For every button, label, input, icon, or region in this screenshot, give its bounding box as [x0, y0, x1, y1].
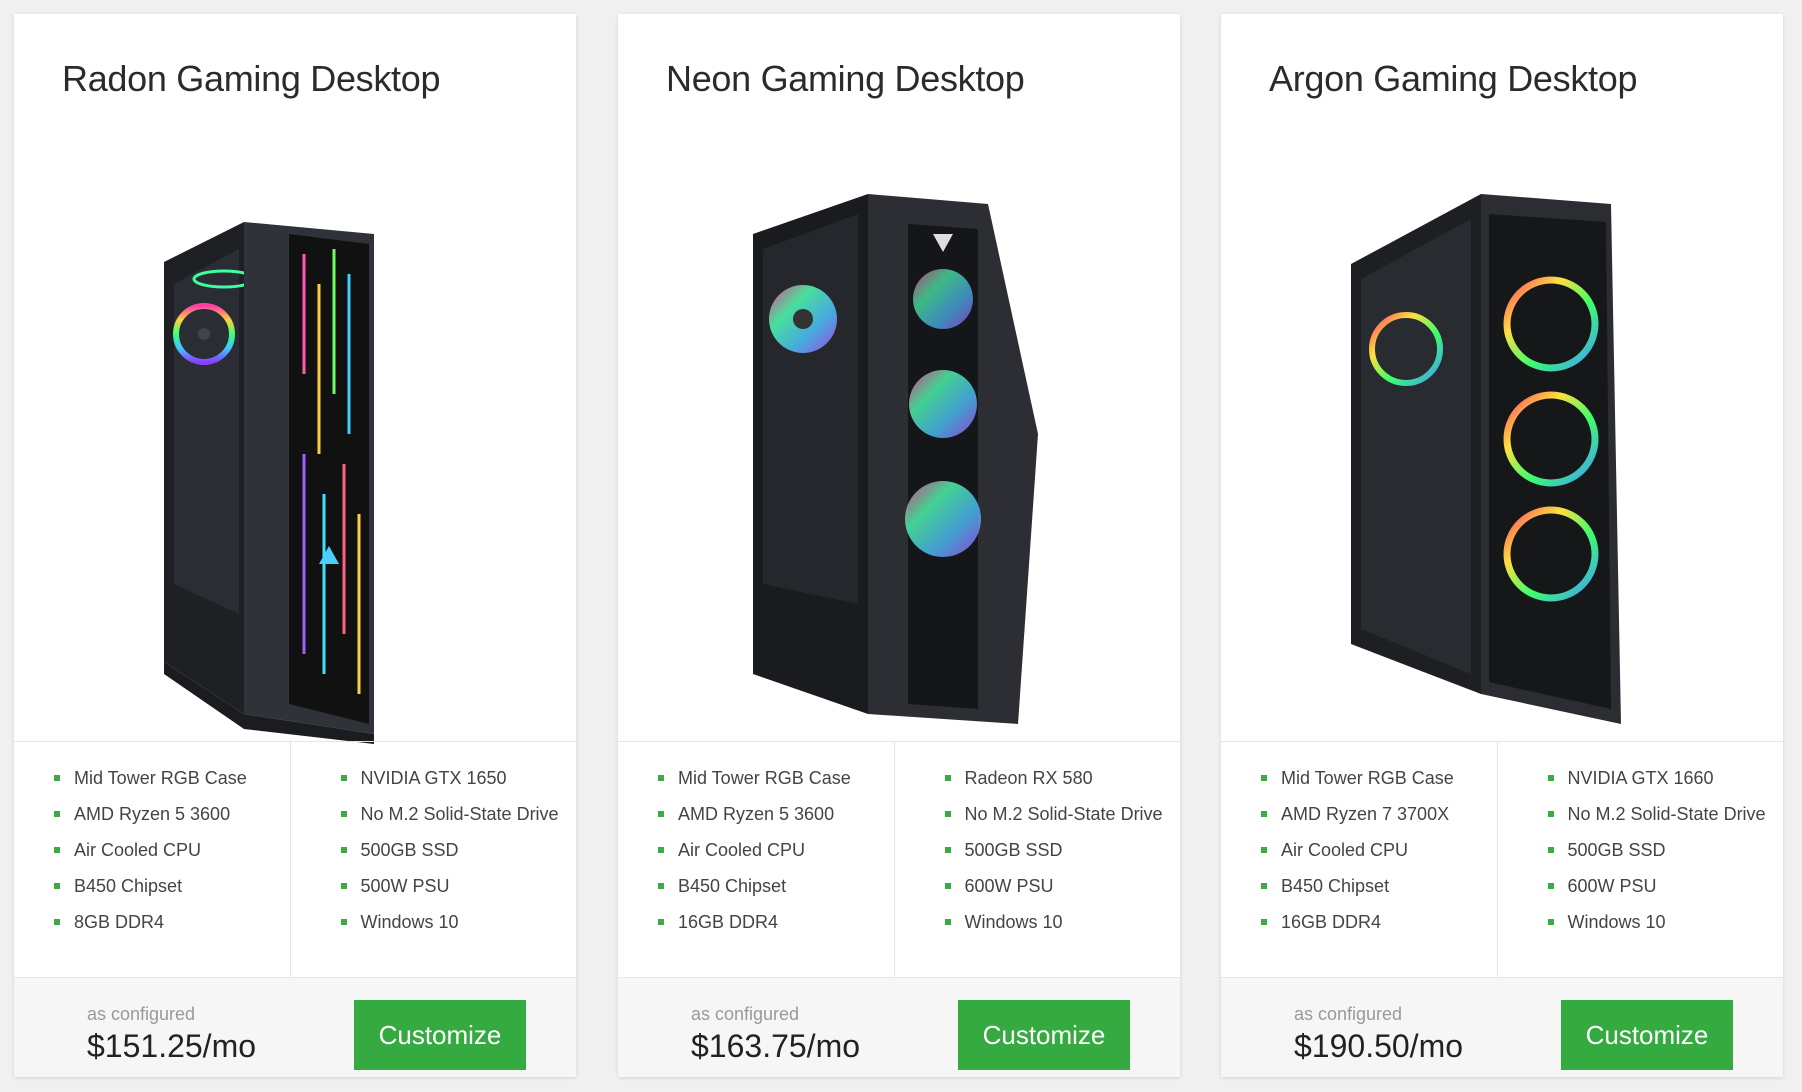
- spec-item: 8GB DDR4: [54, 904, 290, 940]
- spec-item: Radeon RX 580: [944, 760, 1181, 796]
- spec-item: AMD Ryzen 5 3600: [658, 796, 894, 832]
- spec-item: 500GB SSD: [1547, 832, 1784, 868]
- customize-button[interactable]: Customize: [354, 1000, 526, 1070]
- spec-item: No M.2 Solid-State Drive: [944, 796, 1181, 832]
- bullet-icon: [340, 919, 347, 925]
- spec-item: AMD Ryzen 5 3600: [54, 796, 290, 832]
- spec-item: No M.2 Solid-State Drive: [1547, 796, 1784, 832]
- price: $151.25/mo: [87, 1028, 257, 1064]
- bullet-icon: [54, 883, 60, 889]
- spec-item: No M.2 Solid-State Drive: [340, 796, 577, 832]
- spec-item: Windows 10: [944, 904, 1181, 940]
- card-footer: as configured $151.25/mo Customize: [14, 977, 576, 1077]
- product-grid: Radon Gaming Desktop Mid Tower RGB Case …: [0, 0, 1802, 1092]
- spec-item: B450 Chipset: [1261, 868, 1497, 904]
- spec-item: 500GB SSD: [340, 832, 577, 868]
- bullet-icon: [1547, 775, 1554, 781]
- spec-item: 500W PSU: [340, 868, 577, 904]
- bullet-icon: [1547, 811, 1554, 817]
- spec-item: 16GB DDR4: [658, 904, 894, 940]
- spec-item: 600W PSU: [944, 868, 1181, 904]
- bullet-icon: [340, 811, 347, 817]
- price: $190.50/mo: [1294, 1028, 1464, 1064]
- spec-column-left: Mid Tower RGB Case AMD Ryzen 5 3600 Air …: [618, 742, 894, 977]
- bullet-icon: [54, 847, 60, 853]
- bullet-icon: [1547, 919, 1554, 925]
- product-title: Neon Gaming Desktop: [666, 58, 1025, 99]
- customize-button[interactable]: Customize: [1561, 1000, 1733, 1070]
- spec-column-right: NVIDIA GTX 1660 No M.2 Solid-State Drive…: [1496, 742, 1784, 977]
- price-label: as configured: [691, 1004, 800, 1024]
- desktop-tower-icon: [753, 194, 1038, 724]
- spec-list: Mid Tower RGB Case AMD Ryzen 5 3600 Air …: [618, 741, 1180, 977]
- product-title: Argon Gaming Desktop: [1269, 58, 1638, 99]
- price: $163.75/mo: [691, 1028, 861, 1064]
- product-title: Radon Gaming Desktop: [62, 58, 441, 99]
- spec-list: Mid Tower RGB Case AMD Ryzen 5 3600 Air …: [14, 741, 576, 977]
- bullet-icon: [54, 775, 60, 781]
- bullet-icon: [54, 919, 60, 925]
- spec-item: NVIDIA GTX 1650: [340, 760, 577, 796]
- spec-item: Air Cooled CPU: [658, 832, 894, 868]
- bullet-icon: [658, 919, 664, 925]
- product-image: [14, 134, 576, 750]
- card-footer: as configured $190.50/mo Customize: [1221, 977, 1783, 1077]
- bullet-icon: [944, 775, 951, 781]
- bullet-icon: [1261, 811, 1267, 817]
- bullet-icon: [54, 811, 60, 817]
- spec-column-left: Mid Tower RGB Case AMD Ryzen 7 3700X Air…: [1221, 742, 1497, 977]
- spec-item: B450 Chipset: [658, 868, 894, 904]
- spec-item: Windows 10: [1547, 904, 1784, 940]
- spec-column-right: NVIDIA GTX 1650 No M.2 Solid-State Drive…: [289, 742, 577, 977]
- spec-item: Mid Tower RGB Case: [658, 760, 894, 796]
- product-image: [618, 134, 1180, 750]
- customize-button[interactable]: Customize: [958, 1000, 1130, 1070]
- spec-item: 600W PSU: [1547, 868, 1784, 904]
- price-label: as configured: [87, 1004, 196, 1024]
- bullet-icon: [1261, 775, 1267, 781]
- bullet-icon: [1547, 883, 1554, 889]
- spec-column-right: Radeon RX 580 No M.2 Solid-State Drive 5…: [893, 742, 1181, 977]
- spec-item: Mid Tower RGB Case: [54, 760, 290, 796]
- product-card-neon: Neon Gaming Desktop Mid Tower RGB Case A…: [618, 14, 1180, 1077]
- bullet-icon: [658, 847, 664, 853]
- bullet-icon: [658, 811, 664, 817]
- spec-item: Windows 10: [340, 904, 577, 940]
- spec-column-left: Mid Tower RGB Case AMD Ryzen 5 3600 Air …: [14, 742, 290, 977]
- bullet-icon: [944, 811, 951, 817]
- spec-item: 16GB DDR4: [1261, 904, 1497, 940]
- bullet-icon: [1261, 883, 1267, 889]
- spec-item: NVIDIA GTX 1660: [1547, 760, 1784, 796]
- bullet-icon: [340, 883, 347, 889]
- bullet-icon: [658, 775, 664, 781]
- product-image: [1221, 134, 1783, 750]
- bullet-icon: [340, 847, 347, 853]
- spec-item: Air Cooled CPU: [1261, 832, 1497, 868]
- product-card-argon: Argon Gaming Desktop Mid Tower RGB Case …: [1221, 14, 1783, 1077]
- bullet-icon: [944, 847, 951, 853]
- spec-item: B450 Chipset: [54, 868, 290, 904]
- bullet-icon: [944, 919, 951, 925]
- card-footer: as configured $163.75/mo Customize: [618, 977, 1180, 1077]
- spec-item: AMD Ryzen 7 3700X: [1261, 796, 1497, 832]
- bullet-icon: [340, 775, 347, 781]
- bullet-icon: [944, 883, 951, 889]
- desktop-tower-icon: [164, 222, 374, 744]
- spec-item: 500GB SSD: [944, 832, 1181, 868]
- bullet-icon: [1547, 847, 1554, 853]
- spec-item: Air Cooled CPU: [54, 832, 290, 868]
- spec-list: Mid Tower RGB Case AMD Ryzen 7 3700X Air…: [1221, 741, 1783, 977]
- product-card-radon: Radon Gaming Desktop Mid Tower RGB Case …: [14, 14, 576, 1077]
- bullet-icon: [658, 883, 664, 889]
- price-label: as configured: [1294, 1004, 1403, 1024]
- bullet-icon: [1261, 847, 1267, 853]
- spec-item: Mid Tower RGB Case: [1261, 760, 1497, 796]
- desktop-tower-icon: [1351, 194, 1621, 724]
- bullet-icon: [1261, 919, 1267, 925]
